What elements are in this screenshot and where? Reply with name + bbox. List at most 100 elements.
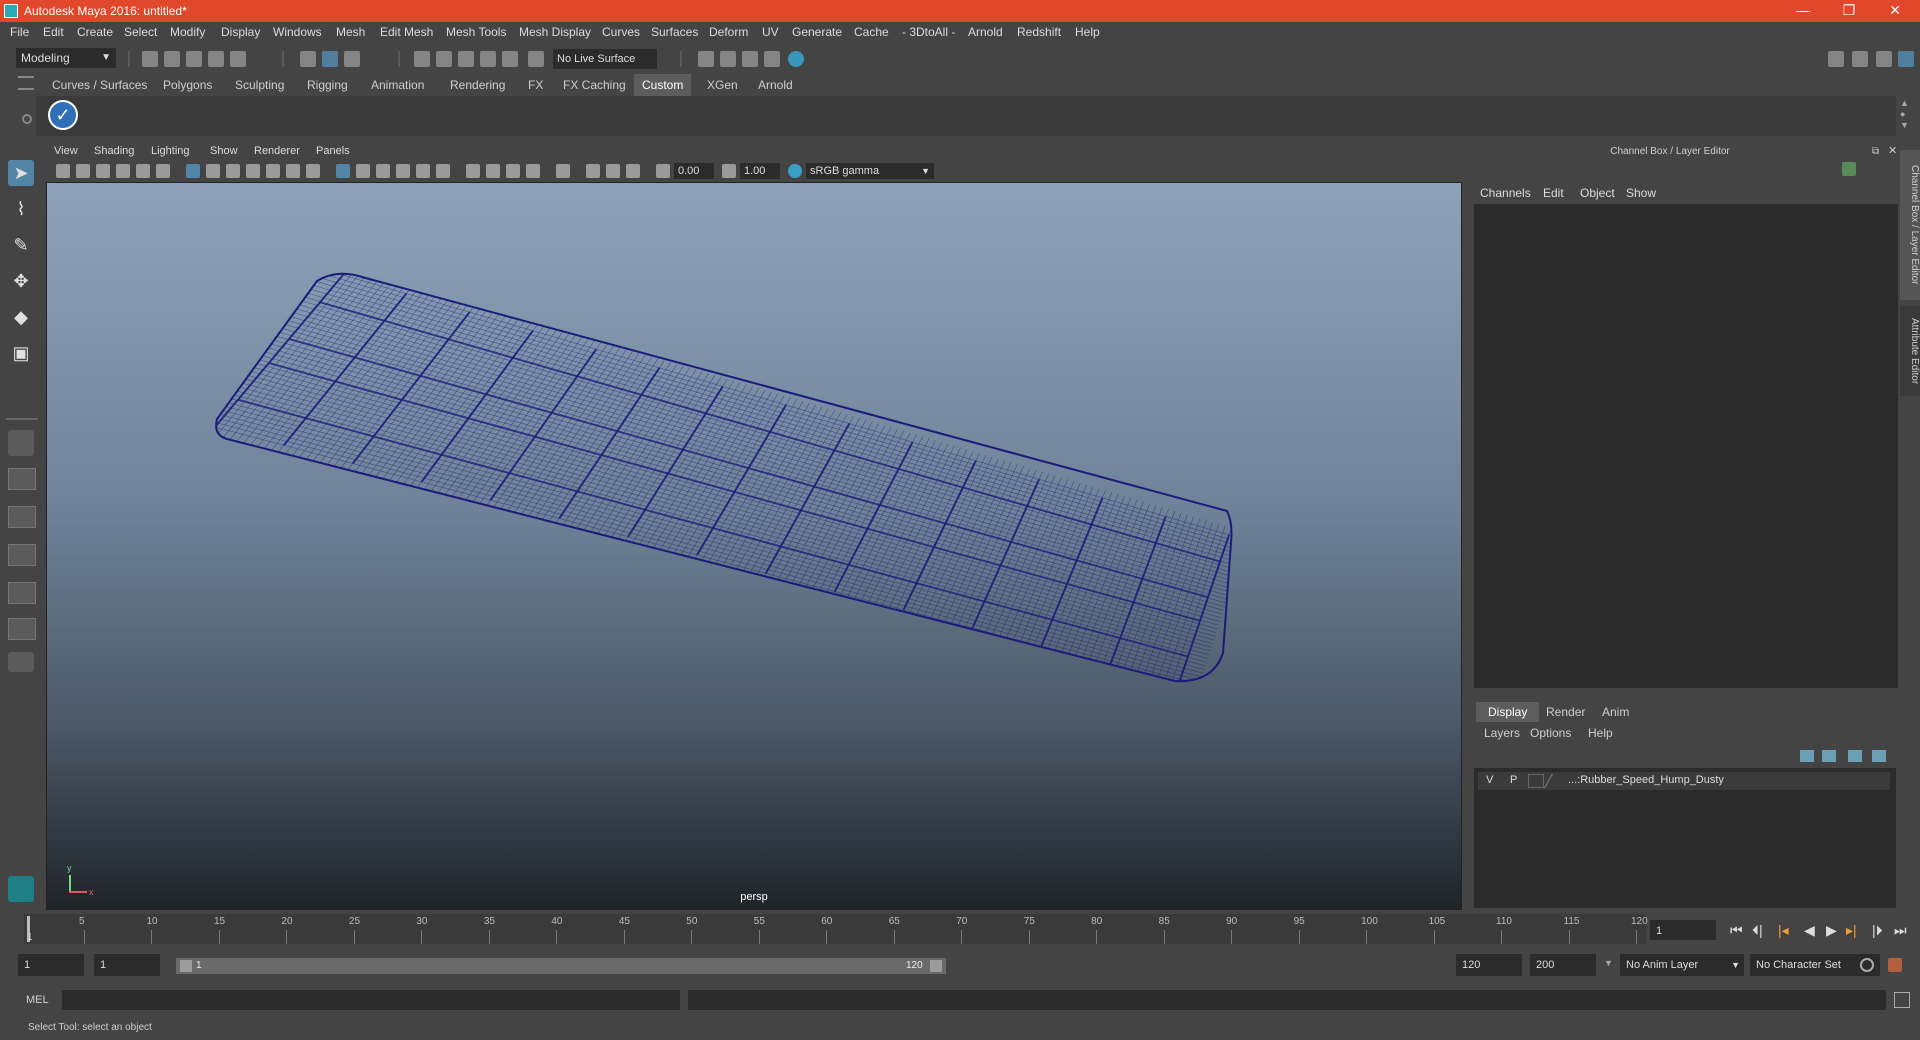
panel-layout-icon[interactable] bbox=[1852, 51, 1868, 67]
lighting-icon[interactable] bbox=[416, 164, 430, 178]
single-perspective-layout-icon[interactable] bbox=[8, 430, 34, 456]
undo-icon[interactable] bbox=[208, 51, 224, 67]
auto-key-icon[interactable] bbox=[1860, 958, 1874, 972]
exposure-icon[interactable] bbox=[656, 164, 670, 178]
menu-select[interactable]: Select bbox=[124, 25, 157, 39]
menu-cache[interactable]: Cache bbox=[854, 25, 889, 39]
select-by-object-icon[interactable] bbox=[322, 51, 338, 67]
speed-hump-wireframe-mesh[interactable] bbox=[47, 183, 1462, 910]
play-backwards-icon[interactable]: ◀ bbox=[1804, 922, 1815, 939]
shelf-scroll-icon[interactable]: ▲ ● ▼ bbox=[1900, 98, 1909, 131]
layer-type-toggle[interactable] bbox=[1528, 774, 1544, 788]
menu-curves[interactable]: Curves bbox=[602, 25, 640, 39]
shelf-tab-animation[interactable]: Animation bbox=[363, 74, 432, 96]
snap-view-plane-icon[interactable] bbox=[480, 51, 496, 67]
time-slider[interactable] bbox=[24, 914, 1646, 944]
safe-title-icon[interactable] bbox=[306, 164, 320, 178]
smooth-shade-icon[interactable] bbox=[356, 164, 370, 178]
outliner-persp-layout-icon[interactable] bbox=[8, 618, 36, 640]
anim-start-field[interactable]: 1 bbox=[18, 954, 84, 976]
playback-start-field[interactable]: 1 bbox=[94, 954, 160, 976]
viewport-menu-view[interactable]: View bbox=[54, 145, 78, 157]
make-live-icon[interactable] bbox=[528, 51, 544, 67]
step-back-frame-icon[interactable]: ⏴| bbox=[1752, 922, 1763, 939]
menu-redshift[interactable]: Redshift bbox=[1017, 25, 1061, 39]
close-button[interactable]: ✕ bbox=[1872, 0, 1918, 22]
paint-select-tool-icon[interactable]: ✎ bbox=[8, 232, 34, 258]
snap-curve-icon[interactable] bbox=[436, 51, 452, 67]
menu-3dtoall[interactable]: - 3DtoAll - bbox=[902, 25, 955, 39]
command-language-label[interactable]: MEL bbox=[26, 994, 49, 1006]
menu-surfaces[interactable]: Surfaces bbox=[651, 25, 698, 39]
minimize-button[interactable]: — bbox=[1780, 0, 1826, 22]
chevron-down-icon[interactable]: ▼ bbox=[1604, 958, 1613, 968]
color-management-icon[interactable] bbox=[788, 164, 802, 178]
close-panel-icon[interactable]: ✕ bbox=[1888, 144, 1897, 157]
channel-menu-channels[interactable]: Channels bbox=[1480, 186, 1531, 200]
menu-mesh[interactable]: Mesh bbox=[336, 25, 365, 39]
ipr-render-icon[interactable] bbox=[742, 51, 758, 67]
playback-end-field[interactable]: 120 bbox=[1456, 954, 1522, 976]
live-surface-field[interactable]: No Live Surface bbox=[553, 49, 657, 69]
shelf-tab-xgen[interactable]: XGen bbox=[699, 74, 746, 96]
command-input[interactable] bbox=[62, 990, 680, 1010]
viewport-menu-renderer[interactable]: Renderer bbox=[254, 145, 300, 157]
layer-visibility-toggle[interactable]: V bbox=[1486, 774, 1493, 786]
menu-mesh-display[interactable]: Mesh Display bbox=[519, 25, 591, 39]
menu-file[interactable]: File bbox=[10, 25, 29, 39]
menu-modify[interactable]: Modify bbox=[170, 25, 205, 39]
shelf-tab-arnold[interactable]: Arnold bbox=[750, 74, 801, 96]
layer-tab-render[interactable]: Render bbox=[1534, 702, 1597, 722]
persp-graph-layout-icon[interactable] bbox=[8, 544, 36, 566]
range-slider[interactable] bbox=[176, 958, 946, 974]
side-tab-attribute-editor[interactable]: Attribute Editor bbox=[1900, 306, 1920, 396]
viewport-menu-panels[interactable]: Panels bbox=[316, 145, 350, 157]
layer-tab-display[interactable]: Display bbox=[1476, 702, 1540, 722]
move-layer-down-icon[interactable] bbox=[1822, 750, 1836, 762]
workspace-icon[interactable] bbox=[1828, 51, 1844, 67]
anim-end-field[interactable]: 200 bbox=[1530, 954, 1596, 976]
viewport-menu-lighting[interactable]: Lighting bbox=[151, 145, 190, 157]
toolbar-toggle-icon[interactable] bbox=[1876, 51, 1892, 67]
wireframe-icon[interactable] bbox=[336, 164, 350, 178]
layer-playback-toggle[interactable]: P bbox=[1510, 774, 1517, 786]
rotate-tool-icon[interactable]: ◆ bbox=[8, 304, 34, 330]
layer-row[interactable]: V P ...:Rubber_Speed_Hump_Dusty bbox=[1478, 772, 1890, 790]
shelf-settings-icon[interactable] bbox=[22, 114, 32, 124]
layers-menu-layers[interactable]: Layers bbox=[1484, 726, 1520, 740]
redo-icon[interactable] bbox=[230, 51, 246, 67]
menu-display[interactable]: Display bbox=[221, 25, 260, 39]
layer-color-swatch[interactable] bbox=[1543, 774, 1567, 788]
new-layer-selected-icon[interactable] bbox=[1872, 750, 1886, 762]
field-chart-icon[interactable] bbox=[266, 164, 280, 178]
viewport-menu-show[interactable]: Show bbox=[210, 145, 238, 157]
persp-hypershade-layout-icon[interactable] bbox=[8, 582, 36, 604]
shadows-icon[interactable] bbox=[436, 164, 450, 178]
grease-pencil-icon[interactable] bbox=[156, 164, 170, 178]
range-start-handle[interactable] bbox=[180, 960, 192, 972]
shelf-tab-rigging[interactable]: Rigging bbox=[299, 74, 356, 96]
select-by-hierarchy-icon[interactable] bbox=[300, 51, 316, 67]
save-scene-icon[interactable] bbox=[186, 51, 202, 67]
menu-help[interactable]: Help bbox=[1075, 25, 1100, 39]
gamma-field[interactable]: 1.00 bbox=[740, 163, 780, 179]
channel-box-toggle-icon[interactable] bbox=[1898, 51, 1914, 67]
render-settings-icon[interactable] bbox=[764, 51, 780, 67]
2d-pan-zoom-icon[interactable] bbox=[136, 164, 150, 178]
wireframe-on-shaded-icon[interactable] bbox=[376, 164, 390, 178]
select-camera-icon[interactable] bbox=[56, 164, 70, 178]
range-end-handle[interactable] bbox=[930, 960, 942, 972]
four-view-layout-icon[interactable] bbox=[8, 468, 36, 490]
shelf-tab-custom[interactable]: Custom bbox=[634, 74, 692, 96]
script-editor-icon[interactable] bbox=[1894, 992, 1910, 1008]
snap-point-icon[interactable] bbox=[458, 51, 474, 67]
step-back-key-icon[interactable]: |◂ bbox=[1778, 922, 1789, 939]
maximize-button[interactable]: ❐ bbox=[1826, 0, 1872, 22]
go-to-end-icon[interactable]: ⏭ bbox=[1894, 922, 1907, 939]
menu-windows[interactable]: Windows bbox=[273, 25, 322, 39]
menu-create[interactable]: Create bbox=[77, 25, 113, 39]
render-view-icon[interactable] bbox=[698, 51, 714, 67]
hypershade-icon[interactable] bbox=[788, 51, 804, 67]
layer-tab-anim[interactable]: Anim bbox=[1590, 702, 1641, 722]
select-tool-icon[interactable]: ➤ bbox=[8, 160, 34, 186]
